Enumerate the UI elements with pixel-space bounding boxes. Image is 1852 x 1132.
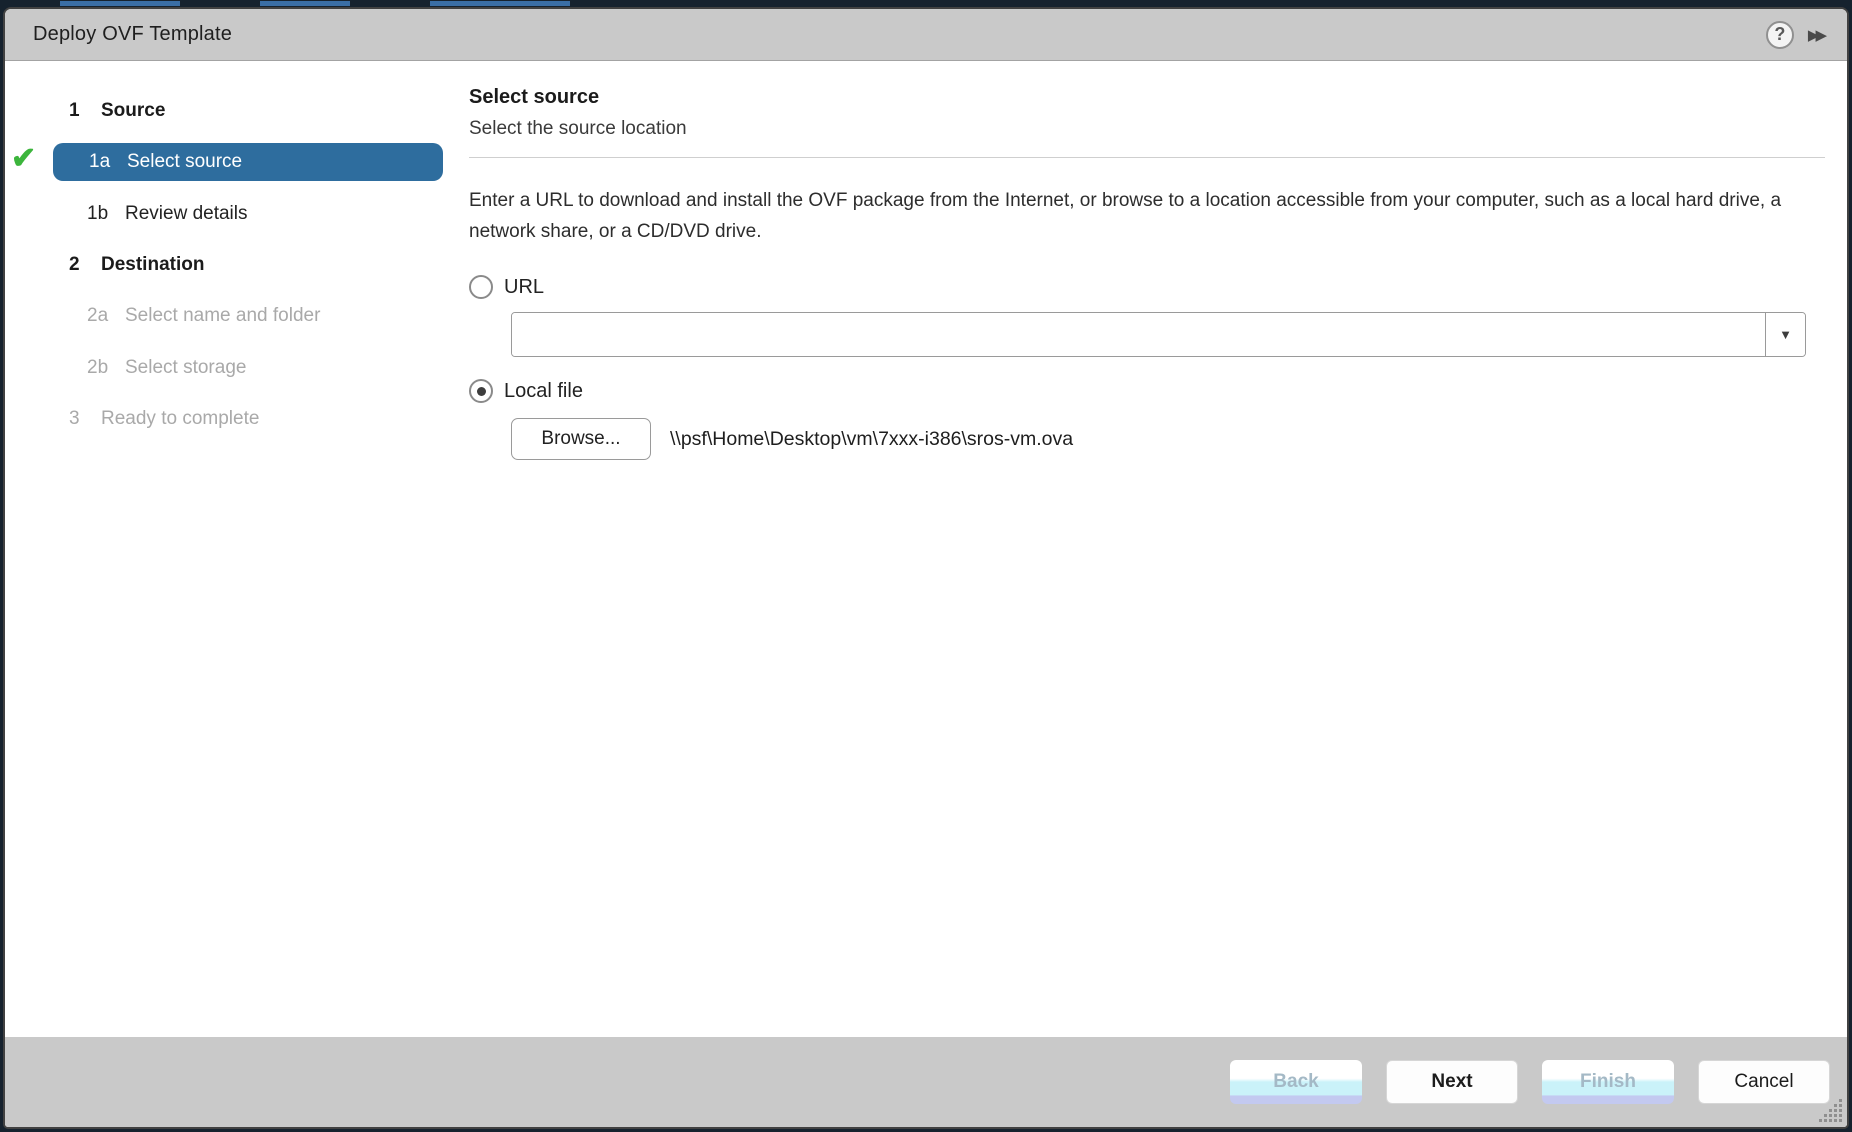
url-combobox: ▼ [511,312,1806,357]
step-section-destination: 2 Destination [5,240,461,290]
step-number: 3 [69,408,101,430]
step-number: 1 [69,100,101,122]
radio-dot [477,387,486,396]
step-label: Destination [101,254,204,276]
step-number: 2 [69,254,101,276]
step-item-review-details[interactable]: 1b Review details [5,188,461,240]
url-dropdown-button[interactable]: ▼ [1765,313,1805,356]
step-label: Select name and folder [125,305,320,327]
step-item-ready-to-complete: 3 Ready to complete [5,394,461,444]
step-number: 1a [89,151,127,173]
selected-file-path: \\psf\Home\Desktop\vm\7xxx-i386\sros-vm.… [670,428,1073,451]
url-input[interactable] [512,313,1765,356]
step-label: Select source [127,151,242,173]
resize-grip-icon[interactable] [1818,1098,1844,1124]
step-section-source: 1 Source [5,86,461,136]
local-file-radio-label: Local file [504,380,583,403]
dialog-title: Deploy OVF Template [33,23,232,46]
step-label: Ready to complete [101,408,259,430]
step-item-select-source[interactable]: 1a Select source [53,143,443,181]
help-icon[interactable]: ? [1766,21,1794,49]
wizard-page-select-source: Select source Select the source location… [461,62,1847,1037]
page-title: Select source [469,86,1825,109]
step-label: Source [101,100,165,122]
deploy-ovf-template-dialog: Deploy OVF Template ? ▶▶ 1 Source ✔ 1a S… [3,7,1849,1129]
background-dash [260,1,350,6]
dialog-footer: Back Next Finish Cancel [5,1037,1847,1127]
next-button[interactable]: Next [1386,1060,1518,1104]
url-option-row: URL [469,275,1825,299]
finish-button: Finish [1542,1060,1674,1104]
step-select-source-current: ✔ 1a Select source [5,136,461,188]
source-description-text: Enter a URL to download and install the … [469,185,1784,247]
background-dash [60,1,180,6]
url-radio[interactable] [469,275,493,299]
browse-button[interactable]: Browse... [511,418,651,460]
step-label: Review details [125,203,248,225]
step-number: 2b [87,357,125,379]
step-number: 1b [87,203,125,225]
step-item-select-storage: 2b Select storage [5,342,461,394]
back-button: Back [1230,1060,1362,1104]
cancel-button[interactable]: Cancel [1698,1060,1830,1104]
step-number: 2a [87,305,125,327]
dialog-body: 1 Source ✔ 1a Select source 1b Review de… [5,62,1847,1037]
browse-row: Browse... \\psf\Home\Desktop\vm\7xxx-i38… [511,418,1825,460]
background-dash [430,1,570,6]
page-subtitle: Select the source location [469,118,1825,140]
check-icon: ✔ [11,144,36,174]
collapse-icon[interactable]: ▶▶ [1808,26,1829,44]
wizard-steps-sidebar: 1 Source ✔ 1a Select source 1b Review de… [5,62,461,1037]
local-file-radio[interactable] [469,379,493,403]
url-radio-label: URL [504,276,544,299]
step-label: Select storage [125,357,246,379]
step-item-select-name-and-folder: 2a Select name and folder [5,290,461,342]
header-divider [469,157,1825,158]
dialog-titlebar: Deploy OVF Template ? ▶▶ [5,9,1847,61]
chevron-down-icon: ▼ [1779,327,1792,342]
local-file-option-row: Local file [469,379,1825,403]
